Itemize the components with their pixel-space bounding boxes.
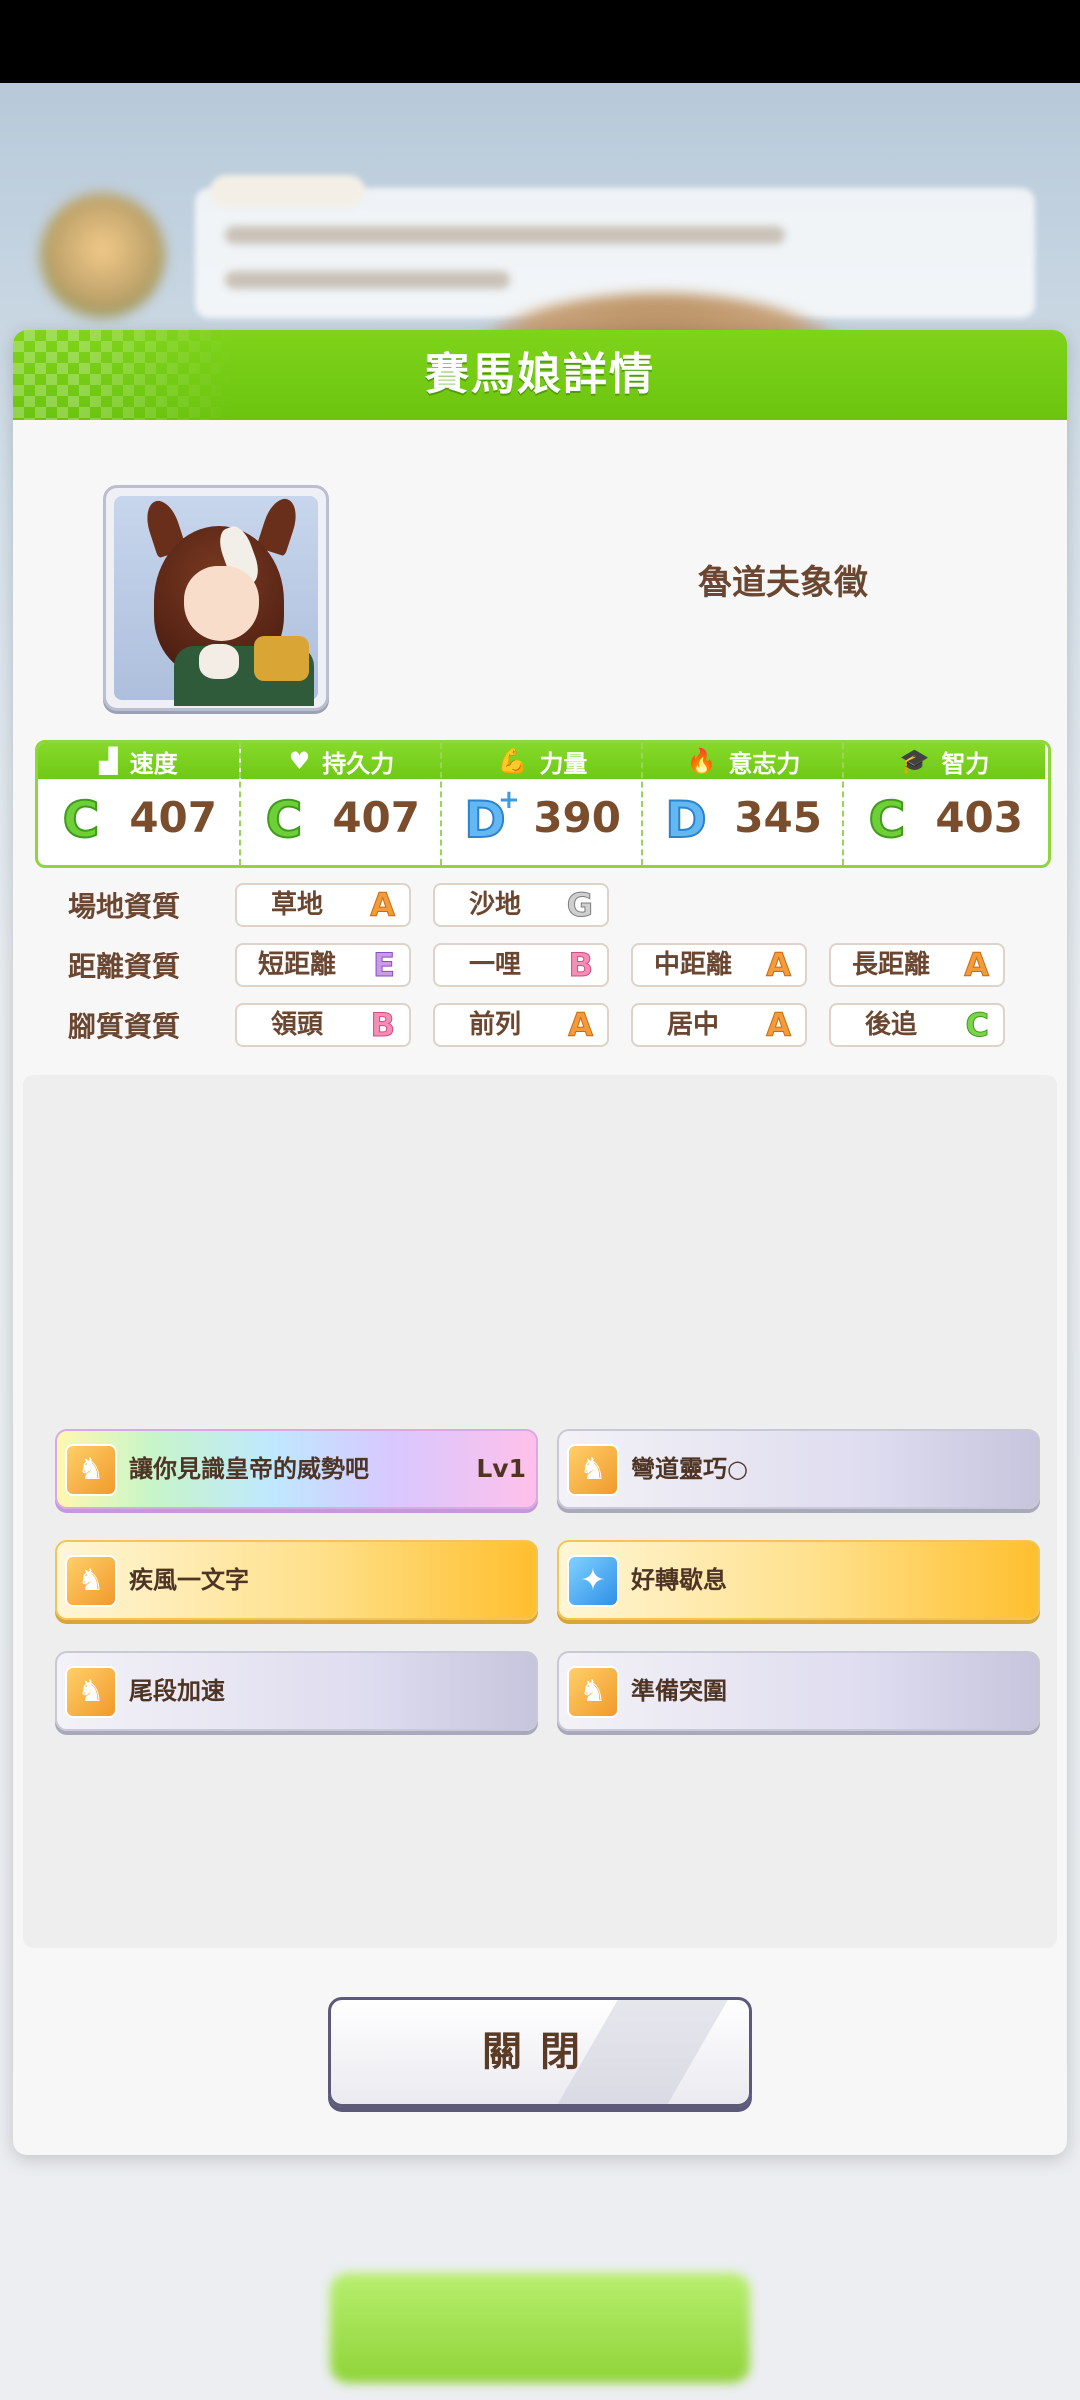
skill-name: 疾風一文字 [129, 1566, 249, 1594]
skill-name: 準備突圍 [631, 1677, 727, 1705]
aptitude-chip: 沙地 G [433, 883, 609, 927]
aptitude-name: 後追 [864, 1010, 917, 1040]
stat-label: 智力 [941, 749, 990, 778]
aptitude-distance-label: 距離資質 [68, 950, 181, 983]
close-button[interactable]: 關閉 [328, 1997, 752, 2107]
aptitude-chip: 長距離 A [829, 943, 1005, 987]
aptitude-grade: A [766, 946, 792, 985]
skill-card[interactable]: ♞ 準備突圍 [557, 1651, 1040, 1731]
stat-guts: 🔥 意志力 D 345 [641, 743, 844, 865]
stat-label: 持久力 [322, 749, 395, 778]
status-bar [0, 0, 1080, 83]
stat-value: 403 [935, 793, 1023, 842]
stat-value: 345 [734, 793, 822, 842]
stat-label: 意志力 [728, 749, 801, 778]
aptitude-chip: 一哩 B [433, 943, 609, 987]
aptitude-name: 中距離 [653, 950, 732, 980]
close-button-label: 關閉 [482, 2029, 598, 2075]
stat-speed: ▟ 速度 C 407 [38, 743, 239, 865]
stat-rank-badge: C [868, 791, 907, 849]
aptitude-name: 草地 [270, 890, 323, 920]
aptitude-grade: B [370, 1006, 395, 1045]
speed-runner-icon: ♞ [567, 1666, 619, 1718]
skill-name: 尾段加速 [129, 1677, 225, 1705]
aptitude-grade: G [566, 886, 593, 925]
aptitude-chip: 中距離 A [631, 943, 807, 987]
aptitude-grade: C [965, 1006, 990, 1045]
skill-card[interactable]: ♞ 尾段加速 [55, 1651, 538, 1731]
aptitude-track-label: 場地資質 [68, 890, 181, 923]
aptitude-grade: A [766, 1006, 792, 1045]
stat-wisdom: 🎓 智力 C 403 [842, 743, 1045, 865]
heart-icon: ♥ [288, 747, 311, 775]
aptitude-name: 沙地 [468, 890, 521, 920]
graduation-cap-icon: 🎓 [899, 747, 930, 775]
speed-runner-icon: ♞ [65, 1444, 117, 1496]
aptitude-name: 短距離 [257, 950, 336, 980]
background-green-button [330, 2273, 750, 2383]
skill-name: 好轉歇息 [631, 1566, 727, 1594]
stat-label: 速度 [129, 749, 178, 778]
stat-power: 💪 力量 D +390 [440, 743, 643, 865]
aptitude-chip: 前列 A [433, 1003, 609, 1047]
modal-header: 賽馬娘詳情 [13, 330, 1067, 420]
stat-rank-badge: C [62, 791, 101, 849]
character-portrait [103, 485, 329, 711]
background-chat-line [225, 226, 785, 244]
speed-runner-icon: ♞ [65, 1666, 117, 1718]
aptitude-style-label: 腳質資質 [68, 1010, 181, 1043]
stat-rank-badge: D [664, 791, 708, 849]
stat-rank-plus: + [498, 785, 520, 815]
flame-icon: 🔥 [686, 747, 717, 775]
aptitude-grade: A [568, 1006, 594, 1045]
skills-panel: ♞ 讓你見識皇帝的威勢吧 Lv1 ♞ 彎道靈巧○ ♞ 疾風一文字 ✦ 好轉歇息 … [23, 1075, 1057, 1948]
background-avatar [40, 193, 165, 318]
skill-card[interactable]: ♞ 疾風一文字 [55, 1540, 538, 1620]
aptitude-name: 長距離 [851, 950, 930, 980]
speed-runner-icon: ♞ [65, 1555, 117, 1607]
skill-name: 讓你見識皇帝的威勢吧 [129, 1455, 369, 1483]
character-name: 魯道夫象徵 [698, 563, 868, 603]
boot-icon: ▟ [99, 747, 118, 775]
stats-table: ▟ 速度 C 407 ♥ 持久力 C 407 💪 力量 D +390 🔥 意志力 D 345 🎓… [35, 740, 1051, 868]
speed-runner-icon: ♞ [567, 1444, 619, 1496]
aptitude-grade: A [370, 886, 396, 925]
aptitude-chip: 後追 C [829, 1003, 1005, 1047]
skill-name: 彎道靈巧○ [631, 1455, 748, 1483]
sparkle-recovery-icon: ✦ [567, 1555, 619, 1607]
background-chat-tag [210, 175, 365, 207]
stat-value: 407 [129, 793, 217, 842]
aptitude-chip: 短距離 E [235, 943, 411, 987]
stat-rank-badge: C [265, 791, 304, 849]
skill-card[interactable]: ♞ 彎道靈巧○ [557, 1429, 1040, 1509]
skill-card[interactable]: ♞ 讓你見識皇帝的威勢吧 Lv1 [55, 1429, 538, 1509]
aptitude-grade: E [373, 946, 396, 985]
aptitude-name: 領頭 [270, 1010, 323, 1040]
stat-value: 390 [533, 793, 621, 842]
character-detail-modal: 賽馬娘詳情 魯道夫象徵 ▟ 速度 C 407 ♥ 持久力 C 407 💪 力量 D +390… [13, 330, 1067, 2155]
aptitude-name: 前列 [468, 1010, 521, 1040]
aptitude-name: 一哩 [468, 950, 521, 980]
muscle-arm-icon: 💪 [497, 747, 528, 775]
stat-stamina: ♥ 持久力 C 407 [239, 743, 442, 865]
stat-label: 力量 [539, 749, 588, 778]
aptitude-grade: A [964, 946, 990, 985]
stat-value: 407 [332, 793, 420, 842]
aptitude-name: 居中 [666, 1010, 719, 1040]
aptitude-chip: 居中 A [631, 1003, 807, 1047]
skill-level: Lv1 [476, 1454, 526, 1483]
aptitude-grade: B [568, 946, 593, 985]
skill-card[interactable]: ✦ 好轉歇息 [557, 1540, 1040, 1620]
modal-title: 賽馬娘詳情 [425, 349, 655, 400]
aptitude-chip: 草地 A [235, 883, 411, 927]
aptitude-chip: 領頭 B [235, 1003, 411, 1047]
background-chat-line [225, 271, 510, 289]
